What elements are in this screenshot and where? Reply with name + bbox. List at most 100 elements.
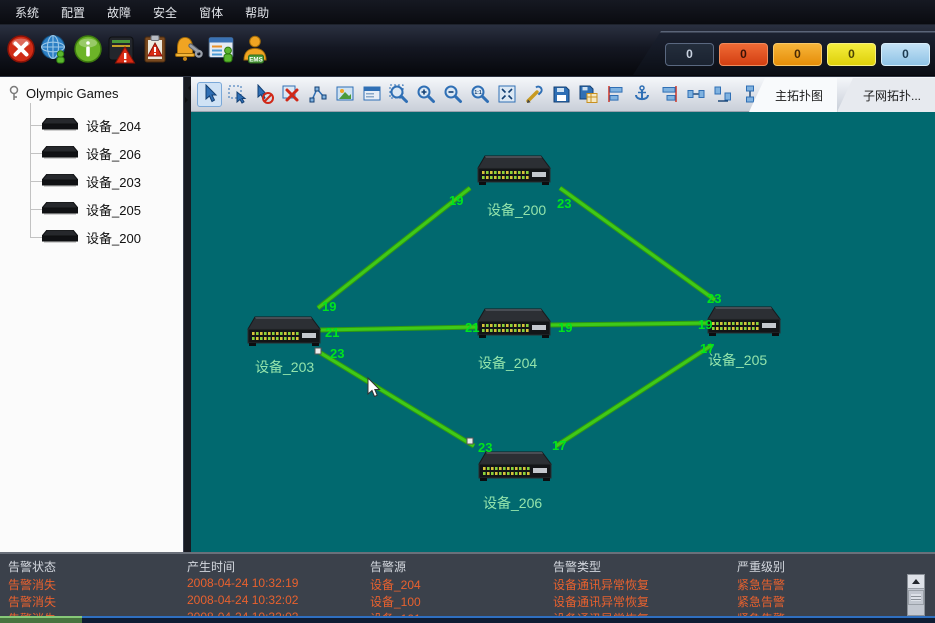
fit-view-icon[interactable] (494, 82, 519, 107)
menu-item-config[interactable]: 配置 (50, 1, 96, 24)
save-icon[interactable] (548, 82, 573, 107)
device-icon (42, 202, 78, 216)
anchor-icon[interactable] (629, 82, 654, 107)
info-button[interactable] (71, 33, 104, 69)
zoom-in-icon[interactable] (413, 82, 438, 107)
image-icon[interactable] (332, 82, 357, 107)
scrollbar-up-icon[interactable] (908, 575, 924, 589)
delete-icon[interactable] (278, 82, 303, 107)
device-node-205[interactable] (708, 307, 780, 336)
alarm-cell[interactable]: 告警消失 (8, 593, 56, 610)
port-label: 19 (322, 299, 336, 314)
window-bottom-border (0, 616, 935, 623)
zoom-area-icon[interactable] (386, 82, 411, 107)
globe-user-icon (39, 34, 69, 69)
port-label: 21 (465, 320, 479, 335)
alarm-settings-button[interactable] (172, 33, 205, 69)
device-node-203[interactable] (248, 317, 320, 346)
distribute-h2-icon[interactable] (710, 82, 735, 107)
alarm-panel-button[interactable] (105, 33, 138, 69)
topology-canvas[interactable]: 191923232121191923231717设备_200设备_203设备_2… (191, 112, 935, 552)
column-header[interactable]: 告警源 (370, 558, 406, 575)
port-label: 23 (330, 346, 344, 361)
tree-root-label: Olympic Games (26, 86, 118, 101)
bell-wrench-icon (173, 34, 203, 69)
sidebar-item-device[interactable]: 设备_205 (30, 199, 141, 219)
alarm-cell[interactable]: 设备通讯异常恢复 (553, 593, 649, 610)
alarm-counter-dark[interactable]: 0 (665, 43, 714, 66)
selection-handle[interactable] (315, 348, 321, 354)
device-node-label: 设备_206 (483, 495, 542, 511)
align-right-icon[interactable] (656, 82, 681, 107)
menu-item-help[interactable]: 帮助 (234, 1, 280, 24)
tab-subnet-topology[interactable]: 子网拓扑... (837, 78, 935, 112)
menu-item-system[interactable]: 系统 (4, 1, 50, 24)
column-header[interactable]: 严重级别 (737, 558, 785, 575)
menu-item-window[interactable]: 窗体 (188, 1, 234, 24)
topology-tabs: 主拓扑图子网拓扑... (749, 78, 935, 112)
panel-icon[interactable] (359, 82, 384, 107)
alarm-table: 告警状态 产生时间 告警源 告警类型 严重级别告警消失 2008-04-24 10:32:… (0, 552, 935, 616)
exit-button[interactable] (4, 33, 37, 69)
tree-connector (30, 209, 42, 210)
tree-connector (30, 125, 42, 126)
device-label: 设备_200 (86, 228, 141, 247)
tab-main-topology[interactable]: 主拓扑图 (749, 78, 837, 112)
alarm-counter-red[interactable]: 0 (719, 43, 768, 66)
align-left-icon[interactable] (602, 82, 627, 107)
alarm-cell[interactable]: 紧急告警 (737, 593, 785, 610)
column-header[interactable]: 产生时间 (187, 558, 235, 575)
link-icon[interactable] (521, 82, 546, 107)
device-label: 设备_206 (86, 144, 141, 163)
menu-item-security[interactable]: 安全 (142, 1, 188, 24)
sidebar-item-device[interactable]: 设备_204 (30, 115, 141, 135)
sidebar-splitter[interactable] (183, 77, 191, 552)
alarm-board-button[interactable] (138, 33, 171, 69)
save-table-icon[interactable] (575, 82, 600, 107)
device-node-206[interactable] (479, 452, 551, 481)
device-node-label: 设备_200 (487, 202, 546, 218)
device-node-200[interactable] (478, 156, 550, 185)
main-area: Olympic Games 设备_204 设备_206 设备_203 设备_205 设备… (0, 77, 935, 552)
alarm-cell[interactable]: 设备_100 (370, 593, 421, 610)
topology-link[interactable] (556, 345, 712, 446)
topology-link[interactable] (319, 352, 474, 446)
topology-link[interactable] (318, 188, 470, 308)
select-off-icon[interactable] (251, 82, 276, 107)
alarm-cell[interactable]: 紧急告警 (737, 576, 785, 593)
topology-link[interactable] (550, 323, 712, 325)
alarm-cell[interactable]: 2008-04-24 10:32:02 (187, 593, 298, 607)
alarm-cell[interactable]: 告警消失 (8, 576, 56, 593)
alarm-cell[interactable]: 2008-04-24 10:32:19 (187, 576, 298, 590)
alarm-counter-blue[interactable]: 0 (881, 43, 930, 66)
window-user-button[interactable] (205, 33, 238, 69)
column-header[interactable]: 告警类型 (553, 558, 601, 575)
device-label: 设备_204 (86, 116, 141, 135)
alarm-cell[interactable]: 设备通讯异常恢复 (553, 576, 649, 593)
zoom-actual-icon[interactable]: 1:1 (467, 82, 492, 107)
tree-root-olympic-games[interactable]: Olympic Games (8, 85, 118, 101)
menu-item-fault[interactable]: 故障 (96, 1, 142, 24)
alarm-cell[interactable]: 设备_204 (370, 576, 421, 593)
ems-user-button[interactable]: EMS (239, 33, 272, 69)
tree-connector (30, 237, 42, 238)
alarm-counter-yellow[interactable]: 0 (827, 43, 876, 66)
marquee-select-icon[interactable] (224, 82, 249, 107)
topology-button[interactable] (38, 33, 71, 69)
selection-handle[interactable] (467, 438, 473, 444)
column-header[interactable]: 告警状态 (8, 558, 56, 575)
zoom-out-icon[interactable] (440, 82, 465, 107)
sidebar-item-device[interactable]: 设备_206 (30, 143, 141, 163)
alarm-counter-orange[interactable]: 0 (773, 43, 822, 66)
sidebar-item-device[interactable]: 设备_203 (30, 171, 141, 191)
pointer-icon[interactable] (197, 82, 222, 107)
device-node-204[interactable] (478, 309, 550, 338)
topology-link[interactable] (560, 188, 715, 300)
port-label: 19 (558, 320, 572, 335)
scrollbar-thumb[interactable] (908, 590, 924, 605)
sidebar-item-device[interactable]: 设备_200 (30, 227, 141, 247)
port-label: 17 (552, 438, 566, 453)
distribute-h-icon[interactable] (683, 82, 708, 107)
polyline-icon[interactable] (305, 82, 330, 107)
alarm-table-scrollbar[interactable] (907, 574, 925, 616)
